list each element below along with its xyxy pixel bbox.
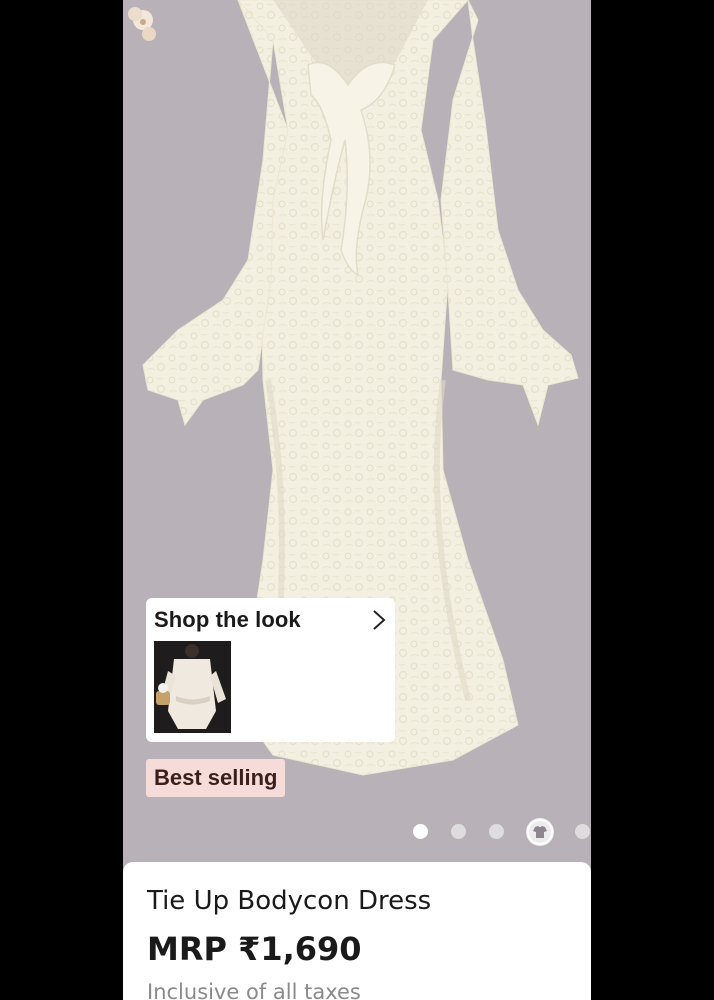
product-price: MRP ₹1,690 bbox=[147, 930, 362, 968]
best-selling-badge: Best selling bbox=[146, 759, 286, 797]
product-info-panel: Tie Up Bodycon Dress MRP ₹1,690 Inclusiv… bbox=[123, 862, 591, 1000]
shop-the-look-thumbnail[interactable] bbox=[154, 641, 231, 733]
tax-note: Inclusive of all taxes bbox=[147, 980, 361, 1000]
carousel-dot-2[interactable] bbox=[451, 824, 466, 839]
product-name: Tie Up Bodycon Dress bbox=[147, 886, 432, 916]
garment-icon bbox=[527, 819, 553, 845]
chevron-right-icon[interactable] bbox=[372, 609, 386, 631]
carousel-dot-5[interactable] bbox=[575, 824, 590, 839]
shop-the-look-card[interactable]: Shop the look bbox=[146, 598, 395, 742]
shop-the-look-title: Shop the look bbox=[154, 607, 301, 632]
outfit-thumbnail-icon bbox=[154, 641, 231, 733]
carousel-dot-3[interactable] bbox=[489, 824, 504, 839]
carousel-dot-garment[interactable] bbox=[526, 818, 554, 846]
flower-icon bbox=[128, 7, 156, 41]
carousel-dot-1[interactable] bbox=[413, 824, 428, 839]
dress-right-sleeve bbox=[440, 0, 579, 427]
carousel-indicator bbox=[123, 818, 591, 846]
product-screen: Shop the look Best selling Tie Up Bodyco… bbox=[123, 0, 591, 1000]
